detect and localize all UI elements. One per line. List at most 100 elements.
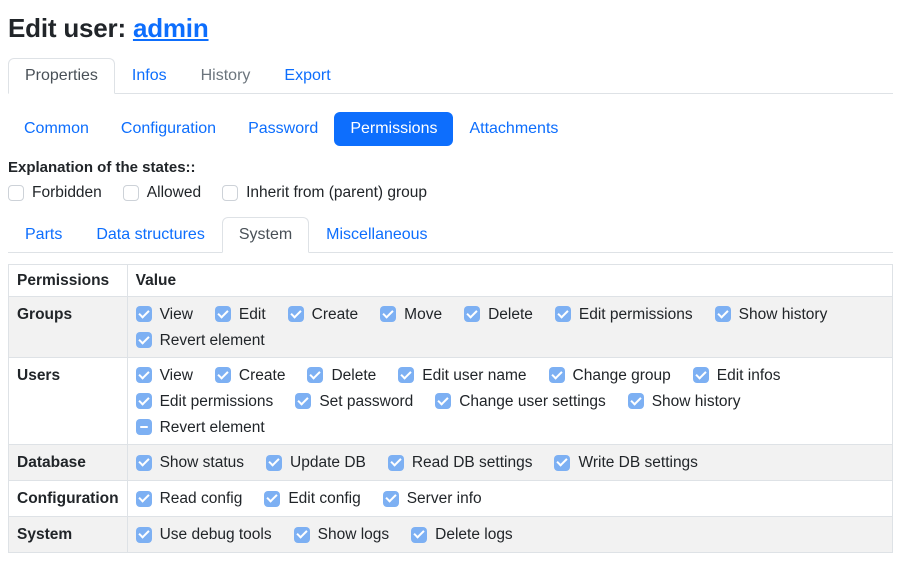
perm-label: Create — [312, 304, 359, 325]
perm-checkbox-revert-element[interactable] — [136, 332, 152, 348]
perm-item-write-db-settings[interactable]: Write DB settings — [554, 452, 697, 473]
perm-tab-data-structures[interactable]: Data structures — [79, 217, 221, 253]
pill-common[interactable]: Common — [8, 112, 105, 146]
perm-item-set-password[interactable]: Set password — [295, 391, 413, 412]
row-label: System — [9, 517, 128, 553]
perm-item-edit[interactable]: Edit — [215, 304, 266, 325]
perm-checkbox-edit-permissions[interactable] — [136, 393, 152, 409]
perm-checkbox-view[interactable] — [136, 367, 152, 383]
perm-checkbox-edit-config[interactable] — [264, 491, 280, 507]
perm-checkbox-show-history[interactable] — [628, 393, 644, 409]
checkbox-line: Read config Edit config Server info — [136, 486, 884, 512]
perm-item-update-db[interactable]: Update DB — [266, 452, 366, 473]
tab-infos[interactable]: Infos — [115, 58, 184, 94]
perm-label: View — [160, 304, 193, 325]
perm-item-show-history[interactable]: Show history — [628, 391, 741, 412]
perm-checkbox-change-user-settings[interactable] — [435, 393, 451, 409]
permissions-table-body: GroupsViewEditCreateMoveDeleteEdit permi… — [9, 297, 893, 553]
checkbox-line: Use debug tools Show logs Delete logs — [136, 522, 884, 548]
row-value: Use debug tools Show logs Delete logs — [127, 517, 892, 553]
perm-item-view[interactable]: View — [136, 304, 193, 325]
perm-checkbox-move[interactable] — [380, 306, 396, 322]
perm-item-edit-config[interactable]: Edit config — [264, 488, 360, 509]
perm-checkbox-change-group[interactable] — [549, 367, 565, 383]
perm-checkbox-view[interactable] — [136, 306, 152, 322]
pill-attachments[interactable]: Attachments — [453, 112, 574, 146]
header-permissions: Permissions — [9, 265, 128, 297]
legend-item-forbidden[interactable]: Forbidden — [8, 184, 102, 202]
state-checkbox-forbidden[interactable] — [8, 185, 24, 201]
perm-checkbox-update-db[interactable] — [266, 455, 282, 471]
perm-checkbox-use-debug-tools[interactable] — [136, 527, 152, 543]
perm-item-move[interactable]: Move — [380, 304, 442, 325]
perm-checkbox-edit-user-name[interactable] — [398, 367, 414, 383]
perm-item-show-status[interactable]: Show status — [136, 452, 244, 473]
perm-tab-system[interactable]: System — [222, 217, 309, 253]
perm-item-view[interactable]: View — [136, 365, 193, 386]
pill-configuration[interactable]: Configuration — [105, 112, 232, 146]
perm-item-read-db-settings[interactable]: Read DB settings — [388, 452, 533, 473]
perm-label: Edit user name — [422, 365, 526, 386]
state-checkbox-allowed[interactable] — [123, 185, 139, 201]
perm-checkbox-read-db-settings[interactable] — [388, 455, 404, 471]
perm-item-create[interactable]: Create — [288, 304, 359, 325]
state-checkbox-inherit-from-parent-group[interactable] — [222, 185, 238, 201]
perm-checkbox-edit[interactable] — [215, 306, 231, 322]
perm-checkbox-show-history[interactable] — [715, 306, 731, 322]
perm-item-revert-element[interactable]: Revert element — [136, 330, 265, 351]
perm-label: Revert element — [160, 417, 265, 438]
perm-item-show-logs[interactable]: Show logs — [294, 524, 390, 545]
table-row-system: System Use debug tools Show logs Delete log… — [9, 517, 893, 553]
tab-history: History — [184, 58, 268, 94]
table-row-configuration: ConfigurationRead configEdit configServe… — [9, 481, 893, 517]
perm-label: Change user settings — [459, 391, 605, 412]
perm-item-change-user-settings[interactable]: Change user settings — [435, 391, 605, 412]
checkbox-line: Show status Update DB Read DB settings Writ… — [136, 450, 884, 476]
perm-tab-parts[interactable]: Parts — [8, 217, 79, 253]
tab-export[interactable]: Export — [267, 58, 347, 94]
tab-properties[interactable]: Properties — [8, 58, 115, 94]
perm-item-delete-logs[interactable]: Delete logs — [411, 524, 513, 545]
perm-item-use-debug-tools[interactable]: Use debug tools — [136, 524, 272, 545]
perm-checkbox-server-info[interactable] — [383, 491, 399, 507]
perm-label: Show status — [160, 452, 244, 473]
perm-tab-miscellaneous[interactable]: Miscellaneous — [309, 217, 444, 253]
perm-checkbox-delete[interactable] — [464, 306, 480, 322]
perm-label: Server info — [407, 488, 482, 509]
checkbox-line: Revert element — [136, 327, 884, 353]
perm-item-edit-permissions[interactable]: Edit permissions — [555, 304, 693, 325]
perm-item-edit-permissions[interactable]: Edit permissions — [136, 391, 274, 412]
pill-password[interactable]: Password — [232, 112, 334, 146]
user-link[interactable]: admin — [133, 13, 209, 43]
row-label: Users — [9, 358, 128, 445]
perm-checkbox-write-db-settings[interactable] — [554, 455, 570, 471]
perm-item-revert-element[interactable]: Revert element — [136, 417, 265, 438]
perm-checkbox-delete[interactable] — [307, 367, 323, 383]
perm-item-delete[interactable]: Delete — [464, 304, 533, 325]
perm-label: Create — [239, 365, 286, 386]
perm-item-delete[interactable]: Delete — [307, 365, 376, 386]
perm-checkbox-show-status[interactable] — [136, 455, 152, 471]
perm-label: Read config — [160, 488, 243, 509]
perm-checkbox-show-logs[interactable] — [294, 527, 310, 543]
perm-item-create[interactable]: Create — [215, 365, 286, 386]
perm-label: Show logs — [318, 524, 390, 545]
perm-item-edit-user-name[interactable]: Edit user name — [398, 365, 526, 386]
perm-checkbox-create[interactable] — [215, 367, 231, 383]
perm-checkbox-edit-infos[interactable] — [693, 367, 709, 383]
perm-item-read-config[interactable]: Read config — [136, 488, 243, 509]
perm-item-show-history[interactable]: Show history — [715, 304, 828, 325]
perm-label: Edit permissions — [579, 304, 693, 325]
perm-item-edit-infos[interactable]: Edit infos — [693, 365, 781, 386]
perm-checkbox-delete-logs[interactable] — [411, 527, 427, 543]
legend-item-inherit-from-parent-group[interactable]: Inherit from (parent) group — [222, 184, 427, 202]
perm-checkbox-revert-element[interactable] — [136, 419, 152, 435]
perm-checkbox-create[interactable] — [288, 306, 304, 322]
perm-item-change-group[interactable]: Change group — [549, 365, 671, 386]
pill-permissions[interactable]: Permissions — [334, 112, 453, 146]
perm-checkbox-read-config[interactable] — [136, 491, 152, 507]
legend-item-allowed[interactable]: Allowed — [123, 184, 201, 202]
perm-checkbox-edit-permissions[interactable] — [555, 306, 571, 322]
perm-checkbox-set-password[interactable] — [295, 393, 311, 409]
perm-item-server-info[interactable]: Server info — [383, 488, 482, 509]
